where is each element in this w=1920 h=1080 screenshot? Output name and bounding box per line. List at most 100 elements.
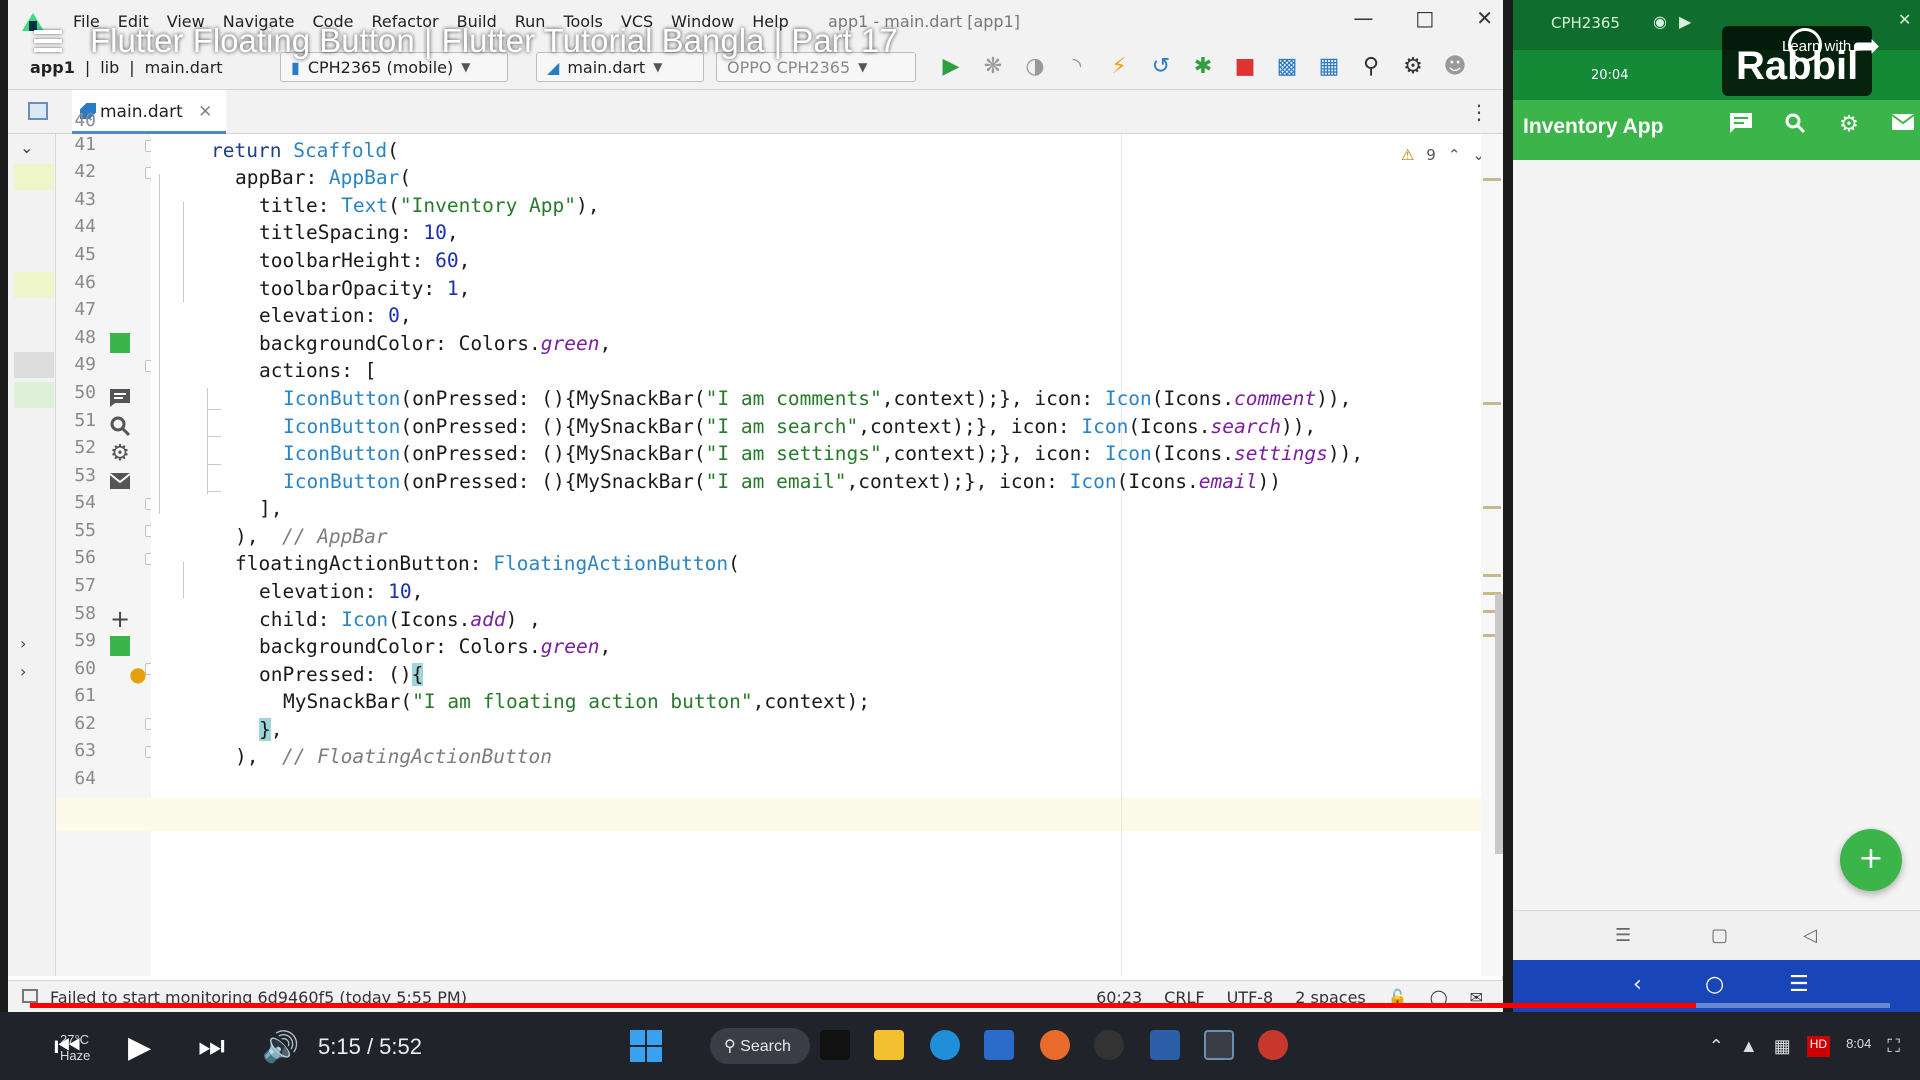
email-icon[interactable] [1886,112,1920,140]
project-view-icon[interactable] [28,102,48,120]
run-config-label: main.dart [567,57,646,77]
back-triangle-icon[interactable]: ◁ [1803,925,1817,946]
tree-row[interactable] [14,272,54,298]
current-line-highlight [151,797,1503,831]
indent-guide [207,409,221,410]
chevron-right-icon[interactable]: › [20,662,26,681]
inspections-widget[interactable]: ⚠ 9 ⌃ ⌄ [1401,146,1485,164]
comment-icon[interactable] [1724,112,1758,140]
stripe-marker[interactable] [1483,574,1501,577]
error-stripe[interactable] [1481,134,1503,976]
hot-restart-icon[interactable]: ↺ [1148,54,1174,79]
edge-icon[interactable] [930,1030,960,1060]
home-square-icon[interactable]: ▢ [1711,925,1728,946]
chevron-down-icon[interactable]: ⌄ [20,138,33,157]
line-number: 56 [74,547,96,568]
recents-icon[interactable]: ☰ [1789,972,1809,997]
breadcrumb-lib[interactable]: lib [100,58,119,77]
close-icon[interactable]: ✕ [1476,6,1493,30]
warning-icon: ⚠ [1400,146,1415,164]
target-selector-label: OPPO CPH2365 [727,57,851,77]
video-title[interactable]: Flutter Floating Button | Flutter Tutori… [90,22,898,60]
profile-icon[interactable]: ◝ [1064,54,1090,79]
chevron-right-icon[interactable]: › [20,634,26,653]
color-swatch-icon[interactable] [108,635,132,657]
stripe-marker[interactable] [1483,402,1501,405]
settings-icon[interactable]: ⚙ [1832,112,1866,140]
system-tray: ⌃ ▲ ▦ HD 8:04 ⛶ [1709,1036,1900,1057]
tree-row[interactable] [14,352,54,378]
windows-start-icon[interactable] [630,1030,662,1062]
gear-icon[interactable]: ⚙ [1400,54,1426,79]
video-progress-bar[interactable] [30,1003,1890,1008]
next-icon[interactable]: ⏭ [198,1030,225,1064]
close-icon[interactable]: ✕ [1898,10,1911,29]
run-icon[interactable]: ▶ [938,54,964,79]
powerpoint-icon[interactable] [1258,1030,1288,1060]
network-icon[interactable]: ▲ [1740,1036,1758,1057]
hot-reload-icon[interactable]: ⚡ [1106,54,1132,79]
hd-badge[interactable]: HD [1806,1036,1831,1057]
close-tab-icon[interactable]: ✕ [198,102,212,122]
stripe-marker[interactable] [1483,178,1501,181]
share-icon[interactable]: ➦ [1852,26,1881,66]
word-icon[interactable] [1150,1030,1180,1060]
stop-icon[interactable]: ■ [1232,54,1258,79]
coverage-icon[interactable]: ◑ [1022,54,1048,79]
debug-icon[interactable]: ❋ [980,54,1006,79]
breadcrumb: app1 | lib | main.dart [30,58,223,77]
task-view-icon[interactable] [820,1030,850,1060]
color-swatch-icon[interactable] [108,332,132,354]
chrome-icon[interactable] [1094,1030,1124,1060]
watch-later-icon[interactable] [1788,28,1822,62]
home-icon[interactable]: ○ [1705,972,1724,997]
minimize-icon[interactable]: — [1353,6,1373,30]
more-options-icon[interactable]: ⋮ [1469,100,1489,124]
indent-guide [183,202,184,302]
line-number: 54 [74,492,96,513]
code-editor[interactable]: return Scaffold( appBar: AppBar( title: … [151,134,1503,976]
emulator-device-name: CPH2365 [1551,14,1620,32]
floating-action-button[interactable]: + [1840,829,1902,891]
tree-row[interactable] [14,382,54,408]
camera-icon[interactable]: ◉ [1653,12,1667,31]
tab-label: main.dart [100,102,183,122]
file-explorer-icon[interactable] [874,1030,904,1060]
attach-debugger-icon[interactable]: ✱ [1190,54,1216,79]
stripe-marker[interactable] [1483,506,1501,509]
volume-icon[interactable]: 🔊 [262,1030,299,1065]
previous-icon[interactable]: ⏮ [54,1030,81,1064]
line-number: 62 [74,713,96,734]
account-icon[interactable]: ☻ [1442,54,1468,79]
menu-icon[interactable]: ☰ [1615,925,1631,946]
taskbar-search[interactable]: ⚲ Search [710,1028,810,1064]
app-icon[interactable] [1204,1030,1234,1060]
breadcrumb-project[interactable]: app1 [30,58,75,77]
store-icon[interactable] [984,1030,1014,1060]
cc-icon[interactable]: ▦ [1774,1036,1791,1057]
scrollbar-thumb[interactable] [1495,594,1503,854]
search-icon[interactable]: ⚲ [1358,54,1384,79]
tree-row[interactable] [14,164,54,190]
maximize-icon[interactable]: □ [1415,6,1434,30]
tool-windows-icon[interactable] [22,989,38,1003]
line-number: 52 [74,437,96,458]
line-number: 49 [74,354,96,375]
firefox-icon[interactable] [1040,1030,1070,1060]
sdk-manager-icon[interactable]: ▦ [1316,54,1342,79]
chevron-up-icon[interactable]: ⌃ [1448,146,1461,164]
search-icon[interactable] [1778,112,1812,140]
project-tree-strip: ⌄ › › [8,134,56,976]
video-icon[interactable]: ▶ [1679,12,1691,31]
breadcrumb-file[interactable]: main.dart [145,58,223,77]
back-icon[interactable]: ‹ [1633,972,1642,997]
menu-icon[interactable] [34,30,62,52]
line-number: 63 [74,740,96,761]
settings-icon: ⚙ [110,440,130,466]
fullscreen-icon[interactable]: ⛶ [1887,1036,1900,1057]
indent-guide [207,491,221,492]
play-icon[interactable]: ▶ [128,1030,151,1065]
video-time-total: 5:52 [379,1034,422,1059]
chevron-up-icon[interactable]: ⌃ [1709,1036,1724,1057]
device-manager-icon[interactable]: ▩ [1274,54,1300,79]
